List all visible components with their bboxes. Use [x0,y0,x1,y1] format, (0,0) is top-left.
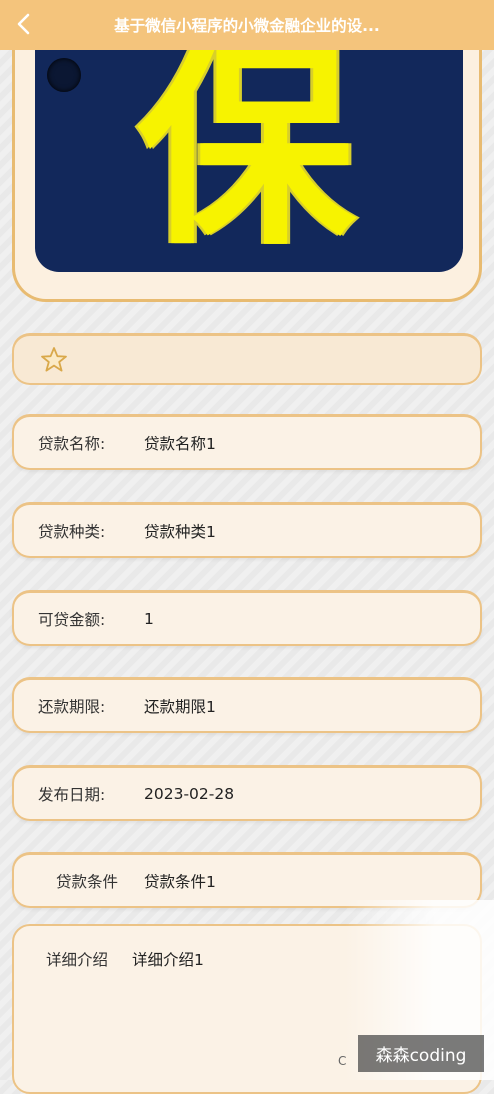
field-label: 发布日期: [38,785,106,804]
field-loan-amount: 可贷金额: 1 [12,590,482,646]
field-value: 贷款种类1 [144,522,216,541]
field-publish-date: 发布日期: 2023-02-28 [12,765,482,821]
field-value: 1 [144,609,154,628]
page-title: 基于微信小程序的小微金融企业的设... [114,17,380,35]
field-label: 贷款种类: [38,522,106,541]
field-value: 还款期限1 [144,697,216,716]
banner-frame: 保险 [12,40,482,302]
favorite-row [12,333,482,385]
field-label: 还款期限: [38,697,106,716]
field-label: 贷款条件 [56,872,119,891]
back-button[interactable] [8,8,40,40]
partial-text: C [338,1054,347,1068]
field-repayment-term: 还款期限: 还款期限1 [12,677,482,733]
detail-value: 详细介绍1 [132,951,204,969]
field-loan-name: 贷款名称: 贷款名称1 [12,414,482,470]
watermark-label: 森森coding [358,1035,484,1072]
field-value: 贷款条件1 [144,872,216,891]
banner-image: 保险 [35,50,463,272]
chevron-left-icon [17,13,30,35]
field-value: 2023-02-28 [144,784,235,803]
field-value: 贷款名称1 [144,434,216,453]
field-label: 贷款名称: [38,434,106,453]
top-nav-bar: 基于微信小程序的小微金融企业的设... [0,0,494,50]
star-outline-icon[interactable] [40,346,68,374]
banner-text: 保险 [137,50,361,272]
field-loan-type: 贷款种类: 贷款种类1 [12,502,482,558]
detail-label: 详细介绍 [46,951,109,969]
field-label: 可贷金额: [38,610,106,629]
